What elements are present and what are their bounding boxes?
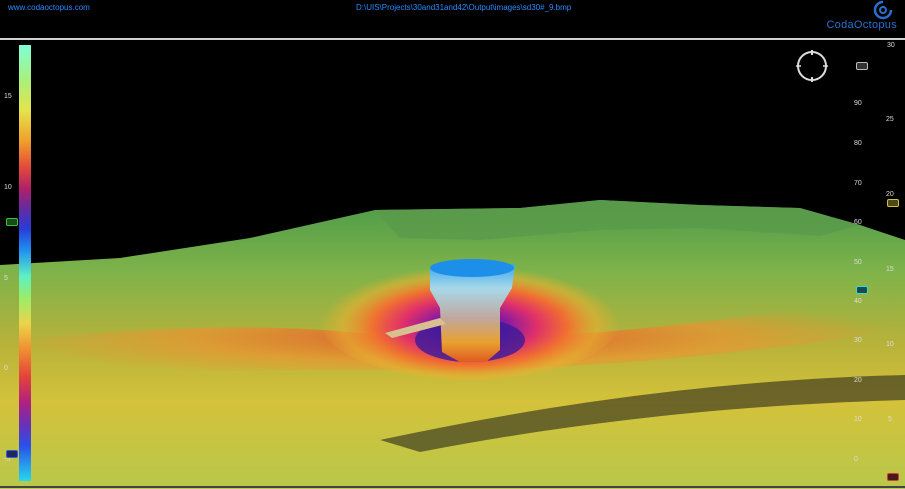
inner-axis-tick: 70 xyxy=(854,180,862,187)
outer-axis-tick: 15 xyxy=(886,266,894,273)
outer-axis-handle[interactable] xyxy=(887,199,899,207)
outer-axis-tick: 25 xyxy=(886,116,894,123)
outer-axis-lower-handle[interactable] xyxy=(887,473,899,481)
outer-axis-tick: 30 xyxy=(887,42,895,49)
outer-axis-tick: 5 xyxy=(888,416,892,423)
brand-logo: CodaOctopus xyxy=(819,0,899,34)
inner-axis-tick: 10 xyxy=(854,416,862,423)
inner-axis-tick: 0 xyxy=(854,456,858,463)
color-scale-upper-handle[interactable] xyxy=(6,218,18,226)
compass-icon[interactable] xyxy=(796,50,828,82)
color-scale-tick: 10 xyxy=(4,184,12,191)
website-link[interactable]: www.codaoctopus.com xyxy=(8,3,90,12)
depth-color-scale xyxy=(19,45,31,481)
inner-axis-middle-handle[interactable] xyxy=(856,286,868,294)
file-path-label: D:\UIS\Projects\30and31and42\Output\imag… xyxy=(356,3,572,12)
inner-axis-tick: 50 xyxy=(854,259,862,266)
color-scale-tick: 15 xyxy=(4,93,12,100)
color-scale-tick: 0 xyxy=(4,365,8,372)
inner-axis-tick: 60 xyxy=(854,219,862,226)
inner-axis-tick: 90 xyxy=(854,100,862,107)
outer-axis-tick: 20 xyxy=(886,191,894,198)
inner-axis-tick: 20 xyxy=(854,377,862,384)
bathymetry-scene[interactable] xyxy=(0,40,905,489)
color-scale-lower-handle[interactable] xyxy=(6,450,18,458)
inner-axis-tick: 30 xyxy=(854,337,862,344)
inner-axis-upper-handle[interactable] xyxy=(856,62,868,70)
bottom-scale-bar xyxy=(0,486,905,488)
color-scale-tick: 5 xyxy=(4,275,8,282)
brand-name: CodaOctopus xyxy=(826,19,897,31)
pillar-top xyxy=(430,259,514,277)
brand-logo-icon xyxy=(873,0,893,20)
title-bar: www.codaoctopus.com D:\UIS\Projects\30an… xyxy=(0,0,905,38)
inner-axis-tick: 80 xyxy=(854,140,862,147)
inner-axis-tick: 40 xyxy=(854,298,862,305)
outer-axis-tick: 10 xyxy=(886,341,894,348)
